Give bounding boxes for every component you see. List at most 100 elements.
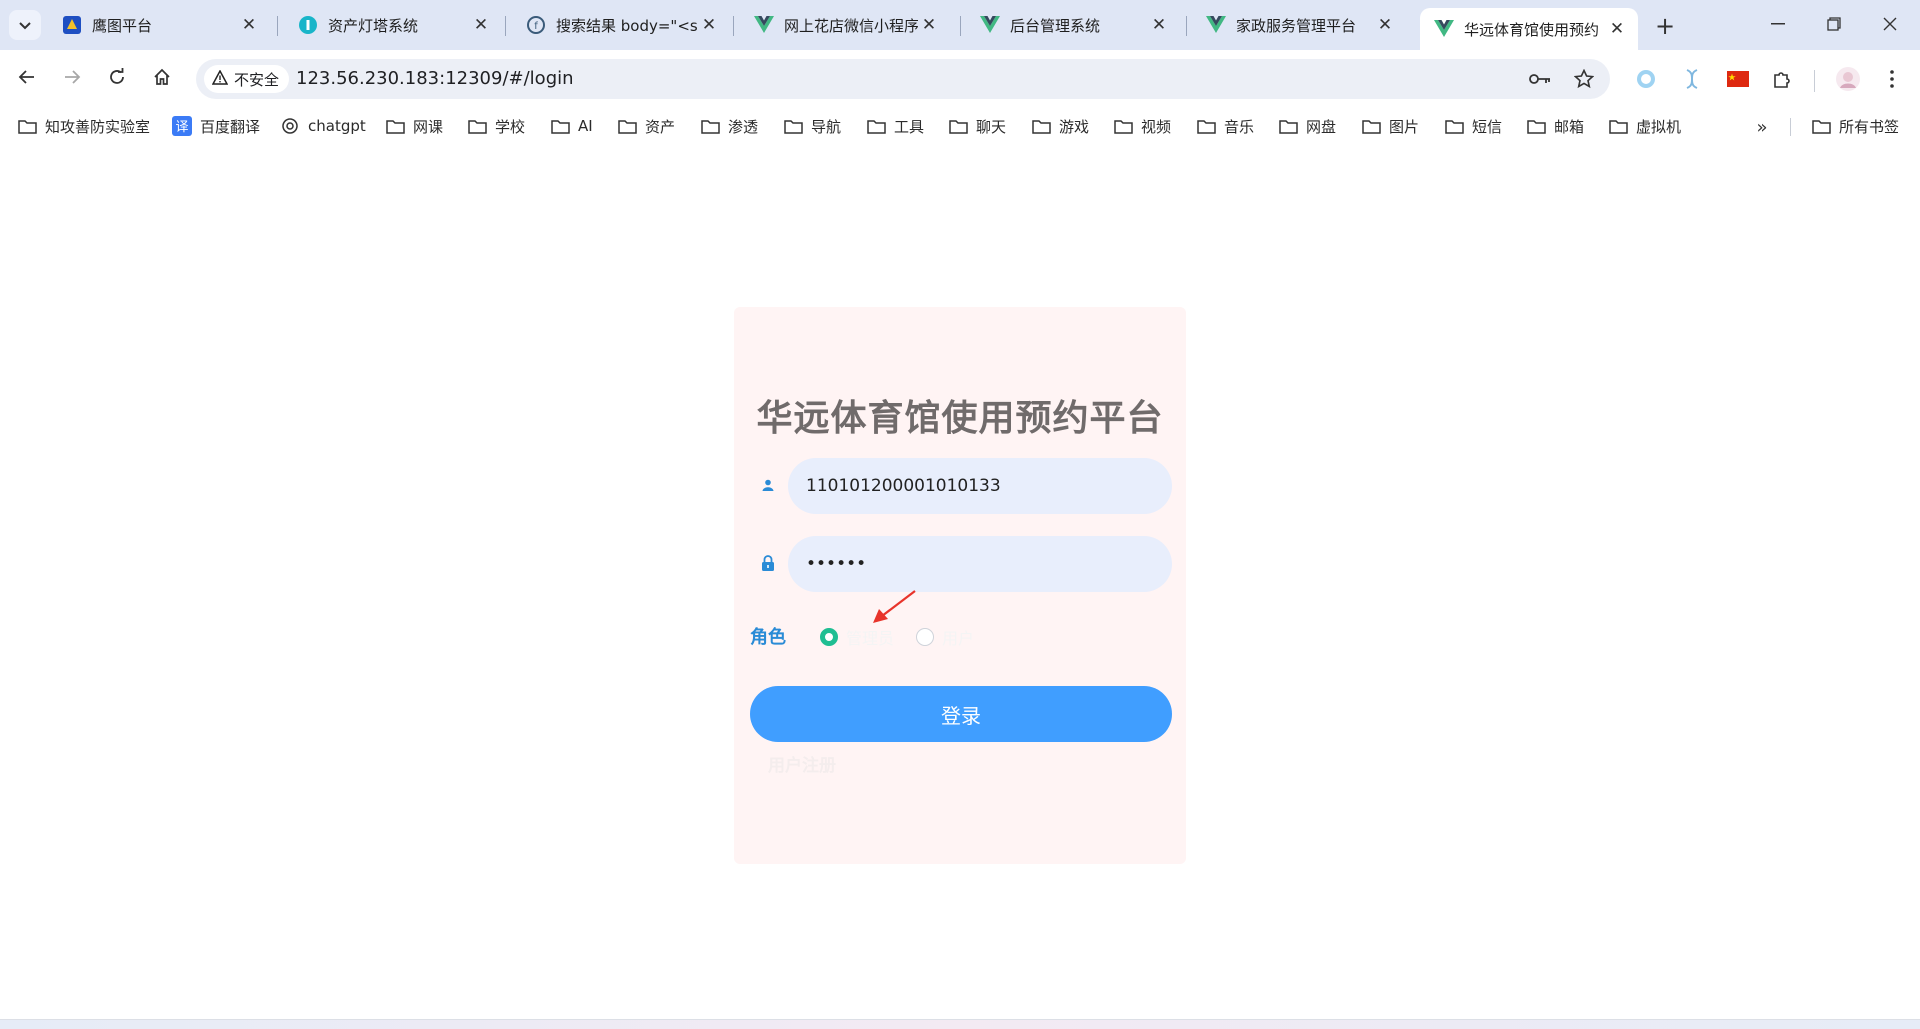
security-indicator[interactable]: 不安全	[204, 65, 290, 93]
radio-unchecked-icon	[916, 628, 934, 646]
bookmark-folder[interactable]: 网盘	[1278, 114, 1336, 138]
forward-button[interactable]	[55, 62, 89, 96]
role-radio-admin[interactable]: 管理员	[820, 625, 894, 649]
bookmark-folder[interactable]: 工具	[866, 114, 924, 138]
star-icon[interactable]	[1572, 67, 1596, 91]
bookmark-folder[interactable]: 短信	[1444, 114, 1502, 138]
minimize-button[interactable]	[1750, 0, 1806, 48]
folder-icon	[1444, 116, 1464, 136]
close-icon[interactable]: ✕	[1606, 18, 1628, 40]
bookmark-folder[interactable]: AI	[550, 114, 593, 138]
vue-logo-icon	[754, 15, 774, 35]
tab-flower-shop[interactable]: 网上花店微信小程序 ✕	[740, 8, 950, 42]
bookmark-label: 音乐	[1224, 117, 1255, 136]
bookmark-folder[interactable]: 资产	[617, 114, 675, 138]
folder-icon	[617, 116, 637, 136]
arrow-left-icon	[18, 68, 36, 90]
bookmark-folder[interactable]: 虚拟机	[1608, 114, 1681, 138]
tab-housekeeping[interactable]: 家政服务管理平台 ✕	[1192, 8, 1406, 42]
tab-search-button[interactable]	[9, 10, 41, 40]
close-icon[interactable]: ✕	[1374, 14, 1396, 36]
register-link[interactable]: 用户注册	[768, 751, 836, 776]
warning-icon	[211, 68, 234, 89]
back-button[interactable]	[10, 62, 44, 96]
folder-icon	[866, 116, 886, 136]
close-icon[interactable]: ✕	[1148, 14, 1170, 36]
bookmark-folder[interactable]: 邮箱	[1526, 114, 1584, 138]
radio-label: 用户	[942, 629, 975, 648]
tab-lighthouse[interactable]: 资产灯塔系统 ✕	[284, 8, 502, 42]
profile-avatar[interactable]	[1834, 65, 1862, 93]
password-key-icon[interactable]	[1528, 67, 1552, 91]
address-bar[interactable]: 不安全 123.56.230.183:12309/#/login	[196, 59, 1610, 99]
tab-stadium-booking[interactable]: 华远体育馆使用预约 ✕	[1420, 8, 1638, 50]
close-icon[interactable]: ✕	[470, 14, 492, 36]
folder-icon	[1113, 116, 1133, 136]
tab-admin-system[interactable]: 后台管理系统 ✕	[966, 8, 1180, 42]
bookmark-label: 邮箱	[1554, 117, 1585, 136]
login-button-label: 登录	[941, 703, 981, 728]
arrow-right-icon	[63, 68, 81, 90]
svg-text:f: f	[534, 21, 538, 32]
bookmark-folder[interactable]: 视频	[1113, 114, 1171, 138]
user-icon	[758, 475, 778, 495]
bookmark-label: 聊天	[976, 117, 1007, 136]
bookmark-label: 百度翻译	[200, 117, 261, 136]
menu-kebab-icon[interactable]	[1878, 65, 1906, 93]
tab-fofa-search[interactable]: f 搜索结果 body="<s ✕	[512, 8, 730, 42]
home-button[interactable]	[145, 62, 179, 96]
login-button[interactable]: 登录	[750, 686, 1172, 742]
tab-hunter[interactable]: 鹰图平台 ✕	[48, 8, 270, 42]
bookmark-link[interactable]: chatgpt	[280, 114, 366, 138]
bookmark-label: chatgpt	[308, 117, 366, 135]
bookmark-link[interactable]: 译 百度翻译	[172, 114, 260, 138]
username-input[interactable]: 110101200001010133	[788, 458, 1172, 514]
close-window-button[interactable]	[1862, 0, 1918, 48]
bookmark-folder[interactable]: 图片	[1361, 114, 1419, 138]
lock-icon	[758, 553, 778, 573]
bookmark-folder[interactable]: 渗透	[700, 114, 758, 138]
login-card: 华远体育馆使用预约平台 110101200001010133 •••••• 角色…	[734, 307, 1186, 864]
all-bookmarks-button[interactable]: 所有书签	[1811, 114, 1899, 138]
restore-button[interactable]	[1806, 0, 1862, 48]
reload-button[interactable]	[100, 62, 134, 96]
role-radio-user[interactable]: 用户	[916, 625, 974, 649]
bookmark-label: 知攻善防实验室	[45, 117, 151, 136]
bookmark-folder[interactable]: 聊天	[948, 114, 1006, 138]
folder-icon	[1526, 116, 1546, 136]
bookmark-label: 虚拟机	[1636, 117, 1682, 136]
tab-divider	[1186, 16, 1187, 36]
extension-circle-icon[interactable]	[1632, 65, 1660, 93]
extensions-puzzle-icon[interactable]	[1768, 65, 1796, 93]
translate-glyph: 译	[175, 120, 188, 135]
tab-divider	[733, 16, 734, 36]
bookmark-label: 网课	[413, 117, 444, 136]
url-text[interactable]: 123.56.230.183:12309/#/login	[296, 68, 574, 89]
extension-dna-icon[interactable]	[1678, 65, 1706, 93]
tab-title: 家政服务管理平台	[1236, 16, 1357, 35]
reload-icon	[108, 68, 126, 90]
bookmark-folder[interactable]: 知攻善防实验室	[17, 114, 150, 138]
tab-divider	[277, 16, 278, 36]
bookmark-folder[interactable]: 音乐	[1196, 114, 1254, 138]
bookmark-label: 短信	[1472, 117, 1503, 136]
close-icon[interactable]: ✕	[918, 14, 940, 36]
folder-icon	[1361, 116, 1381, 136]
bookmark-folder[interactable]: 学校	[467, 114, 525, 138]
password-input[interactable]: ••••••	[788, 536, 1172, 592]
bookmark-label: 网盘	[1306, 117, 1337, 136]
bookmark-folder[interactable]: 导航	[783, 114, 841, 138]
tab-title: 资产灯塔系统	[328, 16, 419, 35]
close-icon[interactable]: ✕	[238, 14, 260, 36]
new-tab-button[interactable]: +	[1651, 12, 1679, 40]
browser-toolbar: 不安全 123.56.230.183:12309/#/login	[0, 50, 1920, 108]
bookmark-folder[interactable]: 游戏	[1031, 114, 1089, 138]
close-icon[interactable]: ✕	[698, 14, 720, 36]
bookmark-folder[interactable]: 网课	[385, 114, 443, 138]
china-flag-icon[interactable]	[1724, 65, 1752, 93]
bookmarks-divider	[1790, 118, 1791, 136]
bookmark-label: 导航	[811, 117, 842, 136]
openai-icon	[280, 116, 300, 136]
bookmarks-overflow-button[interactable]: »	[1750, 116, 1774, 138]
password-value: ••••••	[806, 554, 867, 574]
